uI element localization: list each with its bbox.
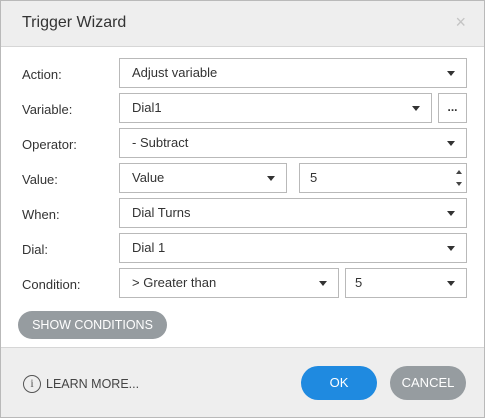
chevron-down-icon: [319, 281, 327, 286]
value-label: Value:: [22, 172, 58, 187]
value-type-select[interactable]: Value: [119, 163, 287, 193]
value-type-select-value: Value: [132, 170, 165, 185]
cancel-button[interactable]: CANCEL: [390, 366, 466, 400]
condition-comparator-select[interactable]: > Greater than: [119, 268, 339, 298]
info-icon: i: [23, 375, 41, 393]
chevron-down-icon: [447, 141, 455, 146]
show-conditions-button[interactable]: SHOW CONDITIONS: [18, 311, 167, 339]
learn-more-label: LEARN MORE...: [46, 377, 140, 391]
condition-value-text: 5: [355, 275, 363, 290]
when-select[interactable]: Dial Turns: [119, 198, 467, 228]
variable-select[interactable]: Dial1: [119, 93, 432, 123]
increment-icon[interactable]: [456, 170, 462, 174]
dialog-footer: i LEARN MORE... OK CANCEL: [1, 347, 484, 417]
dial-select[interactable]: Dial 1: [119, 233, 467, 263]
when-label: When:: [22, 207, 60, 222]
action-label: Action:: [22, 67, 62, 82]
chevron-down-icon: [412, 106, 420, 111]
operator-label: Operator:: [22, 137, 77, 152]
decrement-icon[interactable]: [456, 182, 462, 186]
variable-label: Variable:: [22, 102, 73, 117]
variable-select-value: Dial1: [132, 100, 162, 115]
ok-button[interactable]: OK: [301, 366, 377, 400]
condition-label: Condition:: [22, 277, 81, 292]
number-stepper[interactable]: [452, 164, 466, 192]
operator-select[interactable]: - Subtract: [119, 128, 467, 158]
chevron-down-icon: [447, 281, 455, 286]
dialog-title: Trigger Wizard: [22, 14, 127, 31]
value-number-text: 5: [310, 170, 318, 185]
close-icon[interactable]: ×: [455, 13, 466, 31]
condition-value-select[interactable]: 5: [345, 268, 467, 298]
dial-select-value: Dial 1: [132, 240, 166, 255]
chevron-down-icon: [447, 71, 455, 76]
operator-select-value: - Subtract: [132, 135, 189, 150]
value-number-input[interactable]: 5: [299, 163, 467, 193]
trigger-wizard-dialog: Trigger Wizard × Action: Adjust variable…: [0, 0, 485, 418]
condition-comparator-value: > Greater than: [132, 275, 217, 290]
action-select-value: Adjust variable: [132, 65, 218, 80]
when-select-value: Dial Turns: [132, 205, 191, 220]
dial-label: Dial:: [22, 242, 49, 257]
chevron-down-icon: [447, 211, 455, 216]
variable-more-button[interactable]: ...: [438, 93, 467, 123]
dialog-header: Trigger Wizard ×: [1, 1, 484, 47]
chevron-down-icon: [447, 246, 455, 251]
action-select[interactable]: Adjust variable: [119, 58, 467, 88]
chevron-down-icon: [267, 176, 275, 181]
